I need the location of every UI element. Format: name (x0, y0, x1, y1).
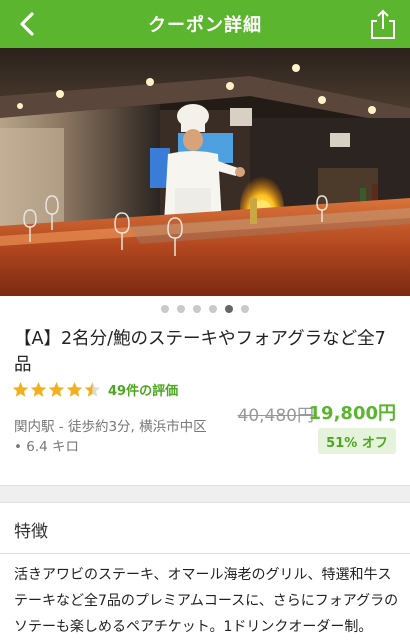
carousel-dot[interactable] (209, 305, 217, 313)
rating-row: 49件の評価 (12, 379, 178, 399)
location-info: 関内駅 - 徒歩約3分, 横浜市中区 • 6.4 キロ (14, 417, 214, 457)
chevron-left-icon[interactable] (14, 10, 42, 38)
features-description: 活きアワビのステーキ、オマール海老のグリル、特選和牛ステーキなど全7品のプレミア… (14, 567, 399, 635)
share-icon[interactable] (368, 8, 398, 40)
coupon-photo[interactable] (0, 48, 410, 296)
carousel-dot[interactable] (161, 305, 169, 313)
walk-and-area: - 徒歩約3分, 横浜市中区 (54, 419, 207, 435)
teppanyaki-photo-illustration (0, 48, 410, 296)
features-heading: 特徴 (14, 522, 48, 542)
distance: • 6.4 キロ (14, 439, 80, 455)
carousel-dot[interactable] (177, 305, 185, 313)
divider (0, 553, 410, 554)
review-count-link[interactable]: 49件の評価 (108, 380, 178, 399)
star-icon (48, 381, 65, 397)
star-icon (84, 381, 101, 397)
carousel-indicator[interactable] (0, 305, 410, 317)
discount-badge: 51% オフ (318, 428, 396, 454)
sale-price: 19,800円 (308, 403, 396, 424)
original-price: 40,480円 (237, 406, 314, 426)
star-icon (12, 381, 29, 397)
app-header: クーポン詳細 (0, 0, 410, 48)
carousel-dot[interactable] (193, 305, 201, 313)
coupon-title: 【A】2名分/鮑のステーキやフォアグラなど全7品 (14, 329, 386, 375)
star-rating (12, 381, 102, 398)
station-name: 関内駅 (14, 419, 55, 435)
carousel-dot[interactable] (241, 305, 249, 313)
star-icon (30, 381, 47, 397)
star-icon (66, 381, 83, 397)
carousel-dot[interactable] (225, 305, 233, 313)
section-divider (0, 485, 410, 503)
page-title: クーポン詳細 (148, 15, 262, 36)
